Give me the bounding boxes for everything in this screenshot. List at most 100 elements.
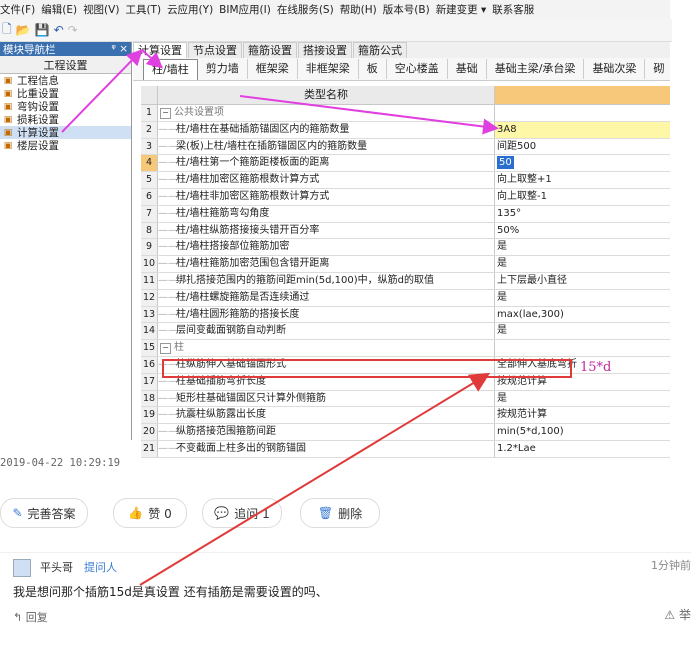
delete-button[interactable]: 🗑 删除	[300, 498, 380, 528]
avatar[interactable]	[13, 559, 31, 577]
tree-line: ——	[158, 409, 178, 421]
table-row[interactable]: 11 ——绑扎搭接范围内的箍筋间距min(5d,100)中，纵筋d的取值 上下层最…	[141, 272, 670, 290]
table-row[interactable]: 14 ——层间变截面钢筋自动判断是	[141, 323, 670, 341]
tab-component-5[interactable]: 板	[359, 59, 387, 79]
like-button[interactable]: 👍 赞 0	[113, 498, 187, 528]
table-row[interactable]: 7 ——柱/墙柱箍筋弯勾角度 135°	[141, 205, 670, 223]
menu-cloud[interactable]: 云应用(Y)	[167, 2, 213, 17]
row-value-cell[interactable]: 是	[495, 239, 670, 255]
row-value-cell[interactable]: max(lae,300)	[495, 307, 670, 323]
row-value-cell[interactable]: min(5*d,100)	[495, 424, 670, 440]
row-value: max(lae,300)	[497, 308, 564, 320]
collapse-icon[interactable]: −	[160, 343, 171, 355]
menu-new-change[interactable]: 新建变更 ▾	[436, 2, 487, 17]
table-row[interactable]: 13 ——柱/墙柱圆形箍筋的搭接长度 max(lae,300)	[141, 306, 670, 324]
row-value-cell[interactable]: 是	[495, 290, 670, 306]
row-name-cell: ——柱/墙柱箍筋加密范围包含错开距离	[158, 256, 495, 272]
tab-component-9[interactable]: 基础次梁	[584, 59, 646, 79]
row-name-cell: ——绑扎搭接范围内的箍筋间距min(5d,100)中，纵筋d的取值	[158, 272, 495, 289]
follow-up-button[interactable]: 💬 追问 1	[202, 498, 282, 528]
menu-help[interactable]: 帮助(H)	[340, 2, 377, 17]
row-value-cell[interactable]: 是	[495, 391, 670, 407]
tab-component-1[interactable]: 柱/墙柱	[143, 58, 198, 80]
menu-tools[interactable]: 工具(T)	[125, 2, 161, 17]
row-value-cell[interactable]: 是	[495, 256, 670, 272]
menu-file[interactable]: 文件(F)	[0, 2, 35, 17]
tab-settings-3[interactable]: 箍筋设置	[243, 42, 297, 58]
row-name: 柱/墙柱非加密区箍筋根数计算方式	[176, 190, 330, 202]
menu-online[interactable]: 在线服务(S)	[277, 2, 334, 17]
panel-pin-close-icon[interactable]: ᵠ ×	[112, 43, 129, 55]
row-value-cell[interactable]: 间距500	[495, 139, 670, 155]
row-value: 3A8	[497, 123, 517, 135]
row-value-cell[interactable]: 向上取整+1	[495, 172, 670, 188]
panel-title-bar: 模块导航栏 ᵠ ×	[0, 42, 131, 56]
tab-component-6[interactable]: 空心楼盖	[387, 59, 448, 79]
menu-edit[interactable]: 编辑(E)	[41, 2, 77, 17]
table-row[interactable]: 3 ——梁(板)上柱/墙柱在插筋锚固区内的箍筋数量 间距500	[141, 138, 670, 156]
tab-settings-2[interactable]: 节点设置	[188, 42, 242, 58]
table-row[interactable]: 8 ——柱/墙柱纵筋搭接接头错开百分率 50%	[141, 222, 670, 240]
table-row[interactable]: 21 ——不变截面上柱多出的钢筋锚固 1.2*Lae	[141, 440, 670, 458]
redo-icon[interactable]: ↷	[68, 23, 78, 37]
tab-settings-5[interactable]: 箍筋公式	[353, 42, 407, 58]
row-value-cell[interactable]: 按规范计算	[495, 407, 670, 423]
row-value-cell[interactable]: 是	[495, 323, 670, 339]
tab-component-8[interactable]: 基础主梁/承台梁	[487, 59, 585, 79]
undo-icon[interactable]: ↶	[54, 23, 64, 37]
report-button[interactable]: ⚠ 举	[664, 606, 691, 623]
row-name: 公共设置项	[174, 107, 224, 118]
save-icon[interactable]: 💾	[35, 23, 50, 37]
table-row[interactable]: 10 ——柱/墙柱箍筋加密范围包含错开距离是	[141, 256, 670, 273]
tab-component-4[interactable]: 非框架梁	[298, 59, 359, 79]
settings-grid: 类型名称 1− 公共设置项 2 ——柱/墙柱在基础插筋锚固区内的箍筋数量 3A8 3 —…	[141, 86, 670, 458]
grid-rows: 1− 公共设置项 2 ——柱/墙柱在基础插筋锚固区内的箍筋数量 3A8 3 ——梁(板)…	[141, 105, 670, 458]
row-number: 13	[141, 306, 158, 323]
row-name: 柱/墙柱第一个箍筋距楼板面的距离	[176, 157, 330, 169]
collapse-icon[interactable]: −	[160, 108, 171, 119]
row-value-cell[interactable]: 135°	[495, 206, 670, 222]
thumbs-up-icon: 👍	[128, 506, 144, 520]
table-row[interactable]: 15− 柱	[141, 340, 670, 357]
tab-component-2[interactable]: 剪力墙	[198, 59, 248, 79]
table-row[interactable]: 19 ——抗震柱纵筋露出长度 按规范计算	[141, 407, 670, 425]
menu-version[interactable]: 版本号(B)	[383, 2, 430, 17]
row-value-cell[interactable]: 1.2*Lae	[495, 441, 670, 457]
menu-support[interactable]: 联系客服	[492, 2, 534, 17]
table-row[interactable]: 6 ——柱/墙柱非加密区箍筋根数计算方式 向上取整-1	[141, 188, 670, 206]
tab-component-10[interactable]: 砌	[645, 59, 670, 79]
row-value-cell[interactable]: 上下层最小直径	[495, 273, 670, 289]
row-value-cell[interactable]: 向上取整-1	[495, 189, 670, 205]
tab-settings-4[interactable]: 搭接设置	[298, 42, 352, 58]
row-value-cell[interactable]: 50%	[495, 223, 670, 239]
row-number: 19	[141, 407, 158, 424]
row-name: 柱/墙柱在基础插筋锚固区内的箍筋数量	[176, 123, 350, 135]
table-row[interactable]: 9 ——柱/墙柱搭接部位箍筋加密是	[141, 239, 670, 257]
table-row[interactable]: 12 ——柱/墙柱螺旋箍筋是否连续通过是	[141, 289, 670, 307]
new-file-icon[interactable]: 🗋	[2, 20, 12, 41]
menu-bim[interactable]: BIM应用(I)	[219, 2, 271, 17]
improve-answer-button[interactable]: ✎ 完善答案	[0, 498, 88, 528]
table-row[interactable]: 4 ——柱/墙柱第一个箍筋距楼板面的距离 50	[141, 155, 670, 173]
row-value-cell[interactable]: 50	[495, 155, 670, 171]
table-row[interactable]: 20 ——纵筋搭接范围箍筋间距 min(5*d,100)	[141, 424, 670, 441]
table-row[interactable]: 18 ——矩形柱基础锚固区只计算外侧箍筋是	[141, 390, 670, 408]
project-settings-header[interactable]: 工程设置	[0, 56, 131, 74]
table-row[interactable]: 1− 公共设置项	[141, 105, 670, 122]
row-value-cell[interactable]: 3A8	[495, 121, 670, 138]
column-header-value	[495, 86, 670, 104]
sidebar-item-6[interactable]: ▣ 楼层设置	[0, 139, 131, 152]
row-number: 7	[141, 205, 158, 222]
menu-bar: 文件(F) 编辑(E) 视图(V) 工具(T) 云应用(Y) BIM应用(I) …	[0, 0, 670, 19]
comment-text: 我是想问那个插筋15d是真设置 还有插筋是需要设置的吗、	[13, 585, 328, 599]
open-folder-icon[interactable]: 📂	[16, 23, 31, 37]
menu-view[interactable]: 视图(V)	[83, 2, 119, 17]
reply-button[interactable]: ↰ 回复	[13, 609, 48, 625]
tree-line: ——	[158, 123, 178, 135]
user-name[interactable]: 平头哥	[40, 559, 73, 575]
tab-component-3[interactable]: 框架梁	[248, 59, 298, 79]
table-row[interactable]: 5 ——柱/墙柱加密区箍筋根数计算方式 向上取整+1	[141, 172, 670, 189]
table-row[interactable]: 2 ——柱/墙柱在基础插筋锚固区内的箍筋数量 3A8	[141, 121, 670, 139]
tab-settings-1[interactable]: 计算设置	[133, 42, 187, 58]
tab-component-7[interactable]: 基础	[448, 59, 487, 79]
